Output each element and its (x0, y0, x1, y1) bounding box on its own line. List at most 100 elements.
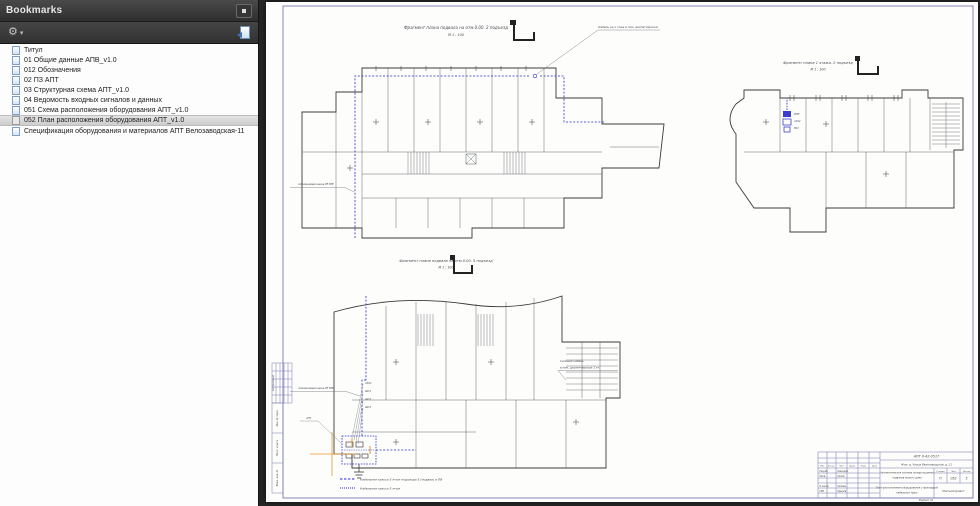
bus-label-c: Алюминиевая шина РЕ ВРУ (297, 386, 334, 390)
bookmark-label: Титул (24, 46, 43, 54)
svg-text:АПТ: АПТ (305, 416, 312, 420)
cable-route-c (361, 296, 416, 451)
panel-options-icon[interactable] (236, 3, 252, 18)
svg-text:Лист: Лист (838, 466, 845, 468)
side-stamp (271, 362, 293, 494)
svg-text:Листов: Листов (962, 471, 972, 473)
bookmark-page-icon (12, 95, 20, 105)
svg-text:Пров.: Пров. (820, 475, 827, 478)
document-canvas[interactable]: Согласовано Инв. № подл. Подп. и дата Вз… (259, 0, 980, 506)
bookmark-label: 052 План расположения оборудования АПТ_v… (24, 117, 185, 124)
bookmark-label: 051 Схема расположения оборудования АПТ_… (24, 106, 189, 114)
sheets-total: 5 (965, 477, 967, 481)
bookmark-options-button[interactable]: ⚙ ▾ (8, 27, 23, 38)
bookmark-page-icon (12, 75, 20, 85)
plan-a-scale: М 1 : 100 (448, 33, 464, 37)
object-name: Жил. д. Улица Велозаводская, д. 11 (900, 462, 952, 466)
bookmark-item-03[interactable]: 03 Структурная схема АПТ_v1.0 (0, 85, 258, 95)
svg-text:Подп. и дата: Подп. и дата (276, 439, 279, 456)
plan-a-basement-entrance2: Фрагмент плана подвала на отм.0.00. 2 по… (290, 20, 665, 239)
bookmarks-panel: Bookmarks ⚙ ▾ Титул 01 Общие данные АПВ_… (0, 0, 259, 506)
format-note: Формат А1 (919, 498, 934, 502)
svg-text:Согласовано: Согласовано (272, 374, 275, 391)
bookmark-item-spec[interactable]: Спецификация оборудования и материалов А… (0, 126, 258, 136)
bookmark-label: 04 Ведомость входных сигналов и данных (24, 96, 162, 104)
devices-b: ИПР А102 РК1 (782, 98, 801, 133)
svg-text:А102: А102 (364, 381, 372, 385)
insertion-marker (310, 432, 356, 476)
bookmark-page-icon (12, 105, 20, 115)
gear-icon: ⚙ (8, 26, 18, 38)
bookmark-item-01[interactable]: 01 Общие данные АПВ_v1.0 (0, 55, 258, 65)
bookmark-page-icon (12, 85, 20, 95)
bus-label-a: Алюминиевая шина РЕ ВРУ (297, 182, 334, 186)
plan-a-title: Фрагмент плана подвала на отм.0.00. 2 по… (404, 25, 508, 30)
svg-text:А102: А102 (793, 119, 801, 123)
arrow-left-icon (237, 32, 242, 38)
bookmark-item-051[interactable]: 051 Схема расположения оборудования АПТ_… (0, 105, 258, 115)
bookmark-item-02[interactable]: 02 ПЗ АПТ (0, 75, 258, 85)
svg-text:Кол.уч.: Кол.уч. (828, 466, 836, 468)
plan-c-basement-entrance5: Фрагмент плана подвала на отм.0.00. 5 по… (290, 255, 621, 479)
legend-item-1: Кабельная трасса 5 этаж подъезда 5 (подв… (360, 478, 442, 482)
bookmark-item-052-selected[interactable]: 052 План расположения оборудования АПТ_v… (0, 115, 258, 126)
power-callout-2: в пом. диспетчерской 1 эт. (560, 366, 600, 370)
doc-code: АПТ 0-42-0517 (913, 455, 940, 459)
svg-text:Разраб.: Разраб. (820, 470, 829, 473)
bookmark-page-icon (12, 55, 20, 65)
bookmark-label: 012 Обозначения (24, 66, 81, 74)
bookmark-item-012[interactable]: 012 Обозначения (0, 65, 258, 75)
svg-text:Шакиров: Шакиров (838, 470, 849, 473)
legend-item-2: Кабельная трасса 5 этаж (360, 487, 401, 491)
svg-text:№док.: №док. (848, 465, 856, 468)
svg-text:Инв. № подл.: Инв. № подл. (276, 410, 279, 427)
plan-b-floor1-entrance2: Фрагмент плана 1 этажа. 2 подъезд М 1 : … (729, 56, 964, 233)
chevron-down-icon: ▾ (19, 29, 24, 37)
side-stamp-labels: Согласовано Инв. № подл. Подп. и дата Вз… (272, 374, 279, 486)
bookmarks-list: Титул 01 Общие данные АПВ_v1.0 012 Обозн… (0, 45, 258, 506)
sheet-number: 052 (950, 477, 956, 481)
bookmark-label: 01 Общие данные АПВ_v1.0 (24, 56, 117, 64)
bookmark-label: 02 ПЗ АПТ (24, 76, 59, 84)
callout-first-floor: Кабель на 1 этаж в пом. диспетчерской (598, 25, 657, 29)
legend: Кабельная трасса 5 этаж подъезда 5 (подв… (340, 478, 442, 491)
title-block: АПТ 0-42-0517 Жил. д. Улица Велозаводска… (817, 451, 974, 502)
svg-text:Лист: Лист (950, 471, 957, 473)
svg-text:ГИП: ГИП (820, 490, 825, 493)
equipment-cluster (341, 435, 377, 465)
stage-value: П (939, 477, 942, 481)
cable-route-a (354, 75, 604, 238)
svg-text:подвалов жилого дома: подвалов жилого дома (892, 477, 922, 480)
svg-text:Стадия: Стадия (937, 471, 946, 473)
bookmark-item-titul[interactable]: Титул (0, 45, 258, 55)
bookmark-page-icon (12, 116, 20, 125)
svg-text:ИПР: ИПР (794, 112, 800, 116)
svg-text:Автоматическая система пожарот: Автоматическая система пожаротушения (879, 472, 934, 475)
svg-text:Орлов: Орлов (838, 475, 846, 478)
power-callout-1: Силовой кабель (560, 359, 584, 363)
bookmark-page-icon (12, 126, 20, 136)
bookmark-label: 03 Структурная схема АПТ_v1.0 (24, 86, 130, 94)
svg-text:Дата: Дата (871, 466, 878, 468)
svg-text:Взам. инв. №: Взам. инв. № (276, 469, 279, 486)
drawing-svg: Согласовано Инв. № подл. Подп. и дата Вз… (271, 5, 974, 502)
plan-b-scale: М 1 : 100 (811, 68, 826, 72)
plan-c-title: Фрагмент плана подвала на отм.0.00. 5 по… (399, 259, 493, 263)
svg-text:Орлова: Орлова (838, 485, 847, 488)
svg-text:Крылов: Крылов (838, 490, 847, 493)
sheet-frame (282, 5, 974, 499)
bookmarks-panel-header: Bookmarks (0, 0, 258, 22)
bookmarks-toolbar: ⚙ ▾ (0, 22, 258, 44)
bookmark-page-icon (12, 65, 20, 75)
goto-bookmark-button[interactable] (237, 26, 250, 39)
drawing-sheet-page: Согласовано Инв. № подл. Подп. и дата Вз… (266, 2, 978, 502)
key-plan-symbol (857, 59, 879, 75)
svg-text:ШС1: ШС1 (365, 389, 371, 393)
svg-text:Н.контр.: Н.контр. (820, 485, 830, 488)
bookmark-label: Спецификация оборудования и материалов А… (24, 127, 245, 135)
bookmark-item-04[interactable]: 04 Ведомость входных сигналов и данных (0, 95, 258, 105)
svg-text:ШС2: ШС2 (365, 397, 371, 401)
key-plan-symbol (513, 23, 535, 41)
svg-text:РК1: РК1 (794, 126, 799, 130)
pdf-viewer-window: Bookmarks ⚙ ▾ Титул 01 Общие данные АПВ_… (0, 0, 980, 506)
